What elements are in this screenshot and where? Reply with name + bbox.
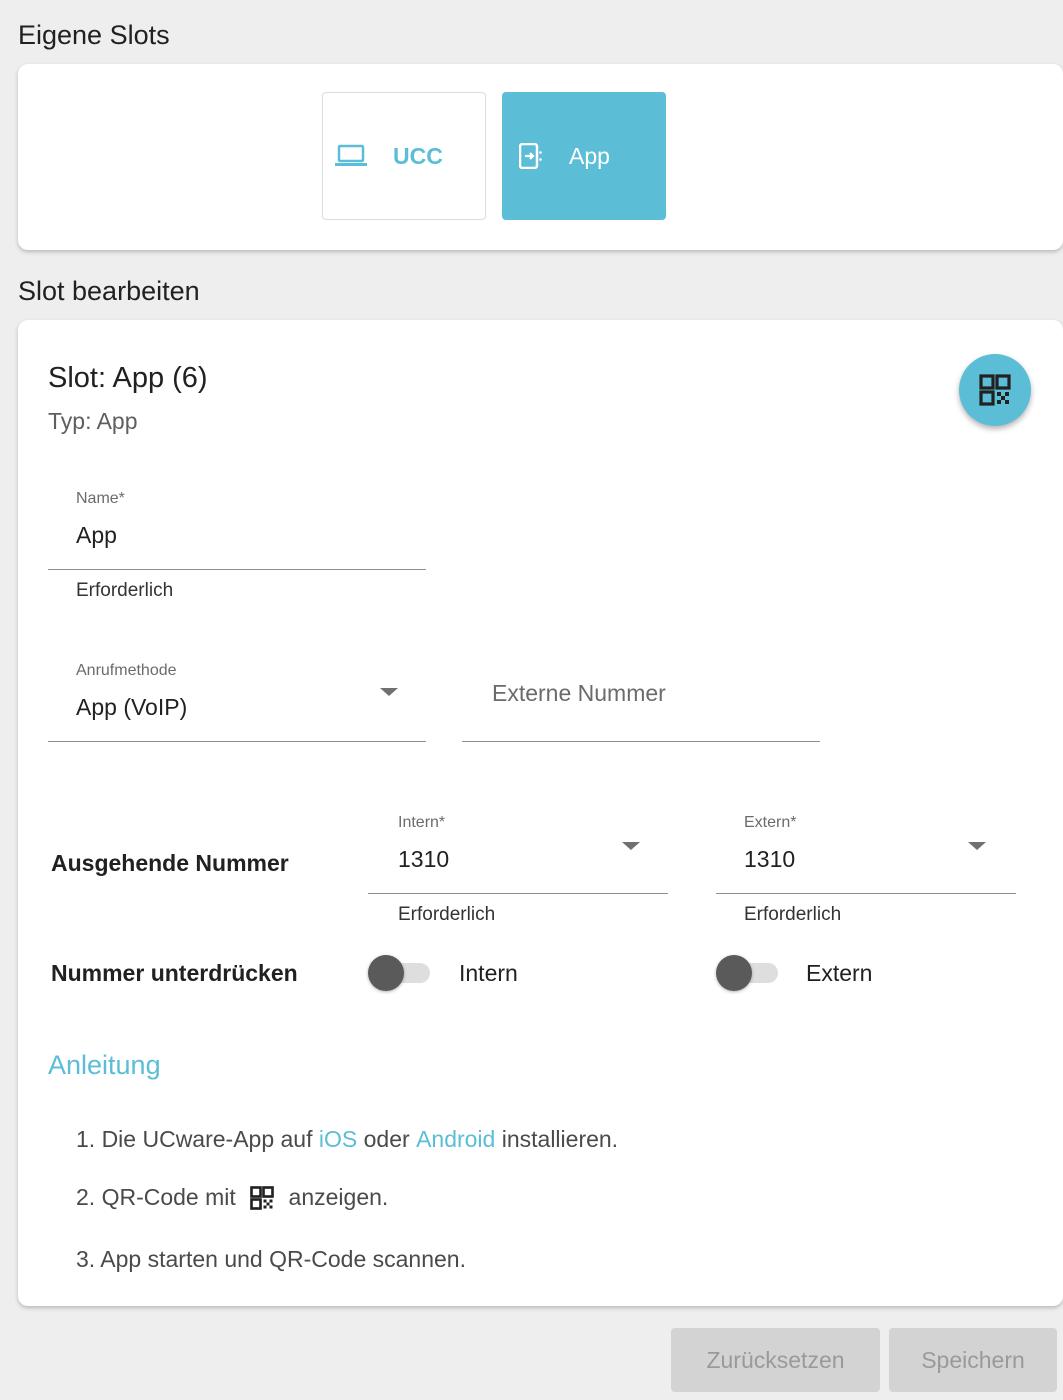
external-number-input[interactable]: Externe Nummer <box>462 652 820 742</box>
ios-link[interactable]: iOS <box>319 1126 357 1153</box>
chevron-down-icon <box>622 842 640 850</box>
reset-button[interactable]: Zurücksetzen <box>671 1328 880 1392</box>
guide-step-1-suffix: installieren. <box>495 1126 619 1152</box>
chevron-down-icon <box>968 842 986 850</box>
toggle-thumb <box>368 955 404 991</box>
chevron-down-icon <box>380 688 398 696</box>
suppress-intern-toggle[interactable] <box>368 954 432 992</box>
outgoing-intern-select[interactable]: Intern* 1310 <box>368 804 668 894</box>
guide-step-3: 3. App starten und QR-Code scannen. <box>76 1246 466 1272</box>
android-link[interactable]: Android <box>416 1126 495 1153</box>
outgoing-extern-label: Extern* <box>744 814 797 831</box>
name-field-hint: Erforderlich <box>76 580 174 601</box>
name-field[interactable]: Name* App <box>48 480 426 570</box>
own-slots-card: UCC App <box>18 64 1063 250</box>
outgoing-intern-hint: Erforderlich <box>398 904 496 925</box>
laptop-icon <box>335 144 367 168</box>
outgoing-intern-value: 1310 <box>398 846 450 872</box>
guide-step-2: 2. QR-Code mit anzeigen. <box>76 1184 388 1211</box>
guide-title: Anleitung <box>48 1050 161 1080</box>
suppress-intern-label: Intern <box>459 960 518 986</box>
save-button[interactable]: Speichern <box>889 1328 1057 1392</box>
guide-step-2-suffix: anzeigen. <box>282 1184 389 1210</box>
outgoing-extern-value: 1310 <box>744 846 796 872</box>
edit-slot-section-title: Slot bearbeiten <box>18 276 200 306</box>
outgoing-number-label: Ausgehende Nummer <box>51 850 289 876</box>
guide-step-1-middle: oder <box>357 1126 417 1152</box>
suppress-number-label: Nummer unterdrücken <box>51 960 298 986</box>
outgoing-extern-select[interactable]: Extern* 1310 <box>716 804 1016 894</box>
toggle-thumb <box>716 955 752 991</box>
slot-label-ucc: UCC <box>393 142 443 169</box>
own-slots-title: Eigene Slots <box>18 20 170 50</box>
call-method-select[interactable]: Anrufmethode App (VoIP) <box>48 652 426 742</box>
slot-label-app: App <box>569 142 610 169</box>
edit-slot-title: Slot: App (6) <box>48 362 208 394</box>
call-method-label: Anrufmethode <box>76 662 177 679</box>
guide-step-1-prefix: 1. Die UCware-App auf <box>76 1126 319 1152</box>
edit-slot-card: Slot: App (6) Typ: App Name* App Erforde… <box>18 320 1063 1306</box>
call-method-value: App (VoIP) <box>76 694 188 720</box>
external-number-placeholder: Externe Nummer <box>492 680 666 706</box>
outgoing-extern-hint: Erforderlich <box>744 904 842 925</box>
qr-code-icon <box>979 374 1011 406</box>
name-field-value: App <box>76 522 117 548</box>
suppress-extern-toggle[interactable] <box>716 954 780 992</box>
outgoing-intern-label: Intern* <box>398 814 446 831</box>
guide-step-1: 1. Die UCware-App auf iOS oder Android i… <box>76 1126 618 1153</box>
name-field-label: Name* <box>76 490 125 507</box>
suppress-extern-label: Extern <box>806 960 873 986</box>
show-qr-code-button[interactable] <box>959 354 1031 426</box>
slot-button-app[interactable]: App <box>502 92 666 220</box>
edit-slot-type: Typ: App <box>48 408 138 434</box>
qr-code-icon <box>250 1185 274 1210</box>
app-device-icon <box>519 143 543 169</box>
slot-button-ucc[interactable]: UCC <box>322 92 486 220</box>
guide-step-2-prefix: 2. QR-Code mit <box>76 1184 243 1210</box>
